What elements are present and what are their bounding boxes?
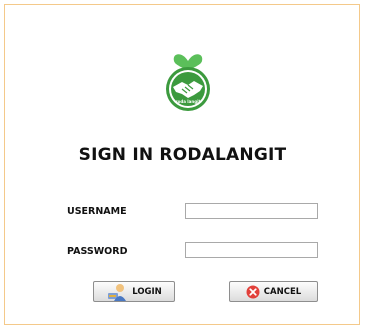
cancel-label: CANCEL: [263, 286, 302, 297]
username-input[interactable]: [185, 203, 318, 219]
cancel-x-icon: [246, 285, 260, 298]
page-title: SIGN IN RODALANGIT: [78, 145, 287, 165]
login-button[interactable]: LOGIN: [93, 281, 175, 302]
username-label: USERNAME: [67, 206, 127, 217]
rodalangit-logo: roda langit: [166, 54, 210, 111]
login-label: LOGIN: [132, 286, 162, 297]
logo-text: roda langit: [176, 99, 201, 104]
cancel-button[interactable]: CANCEL: [229, 281, 318, 302]
user-key-icon: [108, 283, 127, 301]
password-label: PASSWORD: [67, 246, 128, 257]
password-input[interactable]: [185, 242, 318, 258]
